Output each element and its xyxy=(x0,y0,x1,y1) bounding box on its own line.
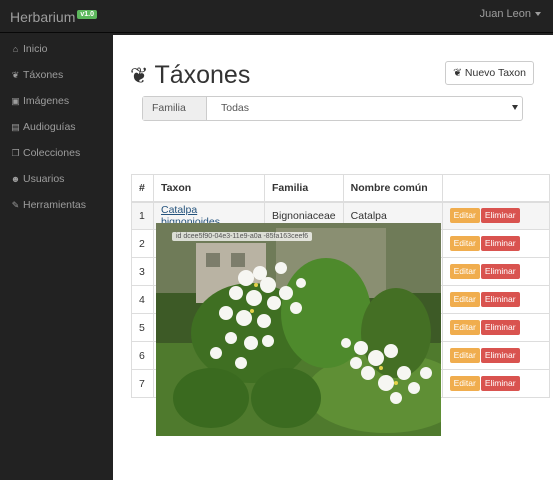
row-actions: Editar Eliminar xyxy=(441,285,551,314)
family-select-value: Todas xyxy=(221,102,250,114)
sidebar-item-label: Herramientas xyxy=(23,199,87,211)
sidebar-item-label: Imágenes xyxy=(23,95,70,107)
users-icon: ☻ xyxy=(10,174,21,184)
sidebar-item-label: Colecciones xyxy=(23,147,81,159)
new-taxon-label: Nuevo Taxon xyxy=(464,67,526,79)
top-navbar: Herbarium v1.0 Juan Leon xyxy=(0,0,553,33)
delete-button[interactable]: Eliminar xyxy=(480,348,520,363)
delete-button[interactable]: Eliminar xyxy=(480,292,520,307)
col-familia: Familia xyxy=(264,174,344,203)
sidebar-item-label: Táxones xyxy=(23,69,64,81)
sidebar-item-imagenes[interactable]: ▣ Imágenes xyxy=(0,88,113,114)
delete-button[interactable]: Eliminar xyxy=(480,320,520,335)
leaf-icon: ❦ xyxy=(11,70,20,80)
row-num: 4 xyxy=(131,285,154,314)
table-header-row: # Taxon Familia Nombre común xyxy=(131,174,551,203)
sidebar-item-label: Inicio xyxy=(23,43,48,55)
copy-icon: ❐ xyxy=(11,148,20,158)
wrench-icon: ✎ xyxy=(11,200,20,210)
catalpa-flower-photo xyxy=(156,223,441,436)
sidebar-item-colecciones[interactable]: ❐ Colecciones xyxy=(0,140,113,166)
row-num: 2 xyxy=(131,229,154,258)
sidebar-item-inicio[interactable]: ⌂ Inicio xyxy=(0,36,113,62)
row-num: 5 xyxy=(131,313,154,342)
delete-button[interactable]: Eliminar xyxy=(480,208,520,224)
page-title: ❦ Táxones xyxy=(130,61,250,90)
delete-button[interactable]: Eliminar xyxy=(480,376,520,391)
sidebar-item-label: Audioguías xyxy=(23,121,76,133)
book-icon: ▤ xyxy=(11,122,20,132)
image-id-label: id dcee5f90-04e3-11e9-a0a -85fa163ceef6 xyxy=(172,232,313,241)
brand-name: Herbarium xyxy=(10,9,76,25)
edit-button[interactable]: Editar xyxy=(449,292,480,307)
edit-button[interactable]: Editar xyxy=(449,320,480,335)
delete-button[interactable]: Eliminar xyxy=(480,236,520,251)
row-actions: Editar Eliminar xyxy=(441,229,551,258)
sidebar-item-label: Usuarios xyxy=(23,173,65,185)
home-icon: ⌂ xyxy=(12,44,19,54)
sidebar-item-taxones[interactable]: ❦ Táxones xyxy=(0,62,113,88)
sidebar-item-audioguias[interactable]: ▤ Audioguías xyxy=(0,114,113,140)
sidebar-item-herramientas[interactable]: ✎ Herramientas xyxy=(0,192,113,218)
row-num: 1 xyxy=(131,201,154,230)
leaf-icon: ❦ xyxy=(130,63,149,88)
row-num: 6 xyxy=(131,341,154,370)
image-preview-popup: id dcee5f90-04e3-11e9-a0a -85fa163ceef6 xyxy=(156,223,441,436)
new-taxon-button[interactable]: ❦ Nuevo Taxon xyxy=(445,61,534,85)
image-icon: ▣ xyxy=(11,96,20,106)
leaf-icon: ❦ xyxy=(453,67,462,79)
edit-button[interactable]: Editar xyxy=(449,348,480,363)
col-num: # xyxy=(131,174,154,203)
edit-button[interactable]: Editar xyxy=(449,208,480,224)
row-num: 3 xyxy=(131,257,154,286)
row-actions: Editar Eliminar xyxy=(441,313,551,342)
page-title-text: Táxones xyxy=(154,61,251,89)
edit-button[interactable]: Editar xyxy=(449,376,480,391)
row-actions: Editar Eliminar xyxy=(441,341,551,370)
row-actions: Editar Eliminar xyxy=(441,201,551,230)
col-taxon: Taxon xyxy=(153,174,265,203)
user-name: Juan Leon xyxy=(479,8,531,20)
caret-down-icon xyxy=(535,12,541,17)
family-select[interactable]: Todas xyxy=(207,97,522,120)
col-nombre: Nombre común xyxy=(342,174,443,203)
row-num: 7 xyxy=(131,369,154,398)
edit-button[interactable]: Editar xyxy=(449,236,480,251)
filter-label: Familia xyxy=(143,97,207,120)
sidebar: ⌂ Inicio ❦ Táxones ▣ Imágenes ▤ Audioguías ❐… xyxy=(0,34,113,480)
delete-button[interactable]: Eliminar xyxy=(480,264,520,279)
edit-button[interactable]: Editar xyxy=(449,264,480,279)
row-actions: Editar Eliminar xyxy=(441,369,551,398)
version-badge: v1.0 xyxy=(77,10,97,19)
family-filter: Familia Todas xyxy=(142,96,523,121)
sidebar-item-usuarios[interactable]: ☻ Usuarios xyxy=(0,166,113,192)
brand[interactable]: Herbarium v1.0 xyxy=(10,9,97,25)
chevron-down-icon xyxy=(512,105,518,110)
user-menu[interactable]: Juan Leon xyxy=(480,8,541,20)
row-actions: Editar Eliminar xyxy=(441,257,551,286)
col-actions xyxy=(441,174,551,203)
